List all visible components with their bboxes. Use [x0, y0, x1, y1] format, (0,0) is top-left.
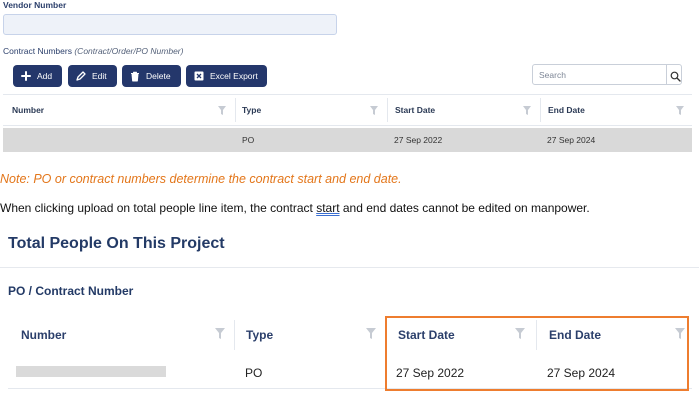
cell-type: PO: [245, 366, 263, 380]
column-divider: [540, 98, 541, 122]
contracts-grid-header: Number Type Start Date End Date: [3, 94, 692, 126]
cell-end-date: 27 Sep 2024: [547, 135, 596, 145]
column-header-label: Number: [21, 328, 67, 342]
dates-highlight-box: [385, 316, 689, 391]
search-input[interactable]: [533, 65, 665, 84]
add-button[interactable]: Add: [13, 65, 62, 87]
section-divider: [0, 267, 699, 268]
cell-start-date: 27 Sep 2022: [394, 135, 443, 145]
contract-numbers-label: Contract Numbers (Contract/Order/PO Numb…: [3, 46, 183, 56]
column-header-start-date[interactable]: Start Date: [395, 95, 539, 125]
excel-export-label: Excel Export: [210, 71, 258, 81]
description-flagged-word: start: [316, 201, 340, 215]
filter-icon[interactable]: [676, 106, 684, 115]
cell-type: PO: [242, 135, 255, 145]
column-header-type[interactable]: Type: [242, 95, 386, 125]
column-header-label: Type: [242, 105, 262, 115]
search-box: [532, 64, 682, 85]
column-header-label: Type: [246, 328, 274, 342]
column-header-end-date[interactable]: End Date: [548, 95, 692, 125]
column-header-type[interactable]: Type: [246, 318, 384, 352]
contract-numbers-title: Contract Numbers: [3, 46, 72, 56]
column-header-number[interactable]: Number: [21, 318, 233, 352]
description-after: and end dates cannot be edited on manpow…: [339, 201, 590, 215]
delete-button[interactable]: Delete: [122, 65, 181, 87]
column-divider: [235, 98, 236, 122]
filter-icon[interactable]: [370, 106, 378, 115]
add-button-label: Add: [37, 71, 53, 81]
delete-button-label: Delete: [146, 71, 171, 81]
excel-export-button[interactable]: Excel Export: [186, 65, 267, 87]
table-row[interactable]: PO 27 Sep 2022 27 Sep 2024: [3, 128, 692, 152]
excel-icon: [193, 71, 204, 82]
filter-icon[interactable]: [215, 328, 225, 339]
contract-numbers-hint: (Contract/Order/PO Number): [74, 46, 184, 56]
column-header-label: Start Date: [395, 105, 436, 115]
column-header-label: Number: [12, 105, 45, 115]
filter-icon[interactable]: [218, 106, 226, 115]
search-divider: [666, 65, 667, 84]
redacted-number: [16, 366, 166, 377]
vendor-number-input[interactable]: [3, 14, 337, 35]
search-icon[interactable]: [670, 69, 681, 82]
section-title: Total People On This Project: [8, 235, 225, 252]
column-divider: [234, 320, 235, 350]
edit-button[interactable]: Edit: [68, 65, 117, 87]
edit-button-label: Edit: [92, 71, 107, 81]
trash-icon: [129, 71, 140, 82]
filter-icon[interactable]: [523, 106, 531, 115]
pencil-icon: [75, 70, 86, 82]
vendor-number-label: Vendor Number: [3, 0, 67, 10]
plus-icon: [20, 71, 31, 82]
description-text: When clicking upload on total people lin…: [0, 201, 590, 215]
note-text: Note: PO or contract numbers determine t…: [0, 172, 402, 186]
column-header-label: End Date: [548, 105, 585, 115]
column-divider: [387, 98, 388, 122]
section-subtitle: PO / Contract Number: [8, 284, 134, 298]
filter-icon[interactable]: [366, 328, 376, 339]
description-before: When clicking upload on total people lin…: [0, 201, 317, 215]
column-header-number[interactable]: Number: [12, 95, 234, 125]
